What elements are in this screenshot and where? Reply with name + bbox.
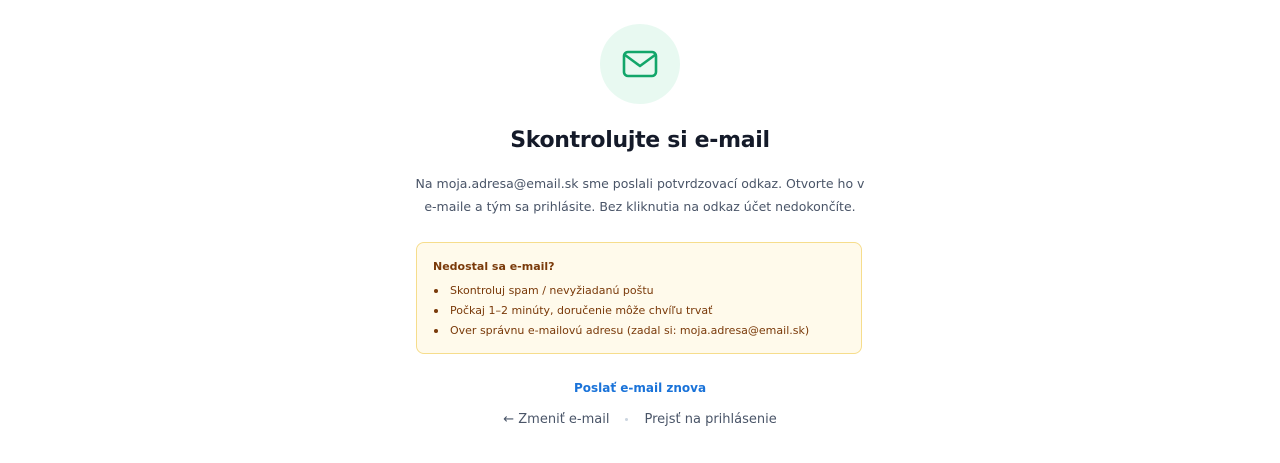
page-title: Skontrolujte si e-mail (510, 128, 770, 153)
change-email-link[interactable]: ← Zmeniť e-mail (503, 412, 609, 427)
verify-email-page: Skontrolujte si e-mail Na moja.adresa@em… (0, 0, 1280, 463)
description-line-2: e-maile a tým sa prihlásite. Bez kliknut… (424, 199, 856, 214)
footer-links: ← Zmeniť e-mail Prejsť na prihlásenie (0, 412, 1280, 427)
description: Na moja.adresa@email.sk sme poslali potv… (410, 172, 870, 218)
mail-icon-badge (600, 24, 680, 104)
mail-icon (622, 50, 658, 78)
notice-item-spam: Skontroluj spam / nevyžiadanú poštu (433, 281, 845, 301)
notice-item-check-address: Over správnu e-mailovú adresu (zadal si:… (433, 321, 845, 341)
separator-dot (625, 418, 629, 421)
resend-email-link[interactable]: Poslať e-mail znova (0, 381, 1280, 395)
description-line-1: Na moja.adresa@email.sk sme poslali potv… (415, 176, 865, 191)
notice-item-wait: Počkaj 1–2 minúty, doručenie môže chvíľu… (433, 301, 845, 321)
go-to-login-link[interactable]: Prejsť na prihlásenie (644, 412, 776, 427)
no-email-notice: Nedostal sa e-mail? Skontroluj spam / ne… (416, 242, 862, 354)
notice-list: Skontroluj spam / nevyžiadanú poštu Počk… (433, 281, 845, 341)
notice-title: Nedostal sa e-mail? (433, 260, 555, 273)
